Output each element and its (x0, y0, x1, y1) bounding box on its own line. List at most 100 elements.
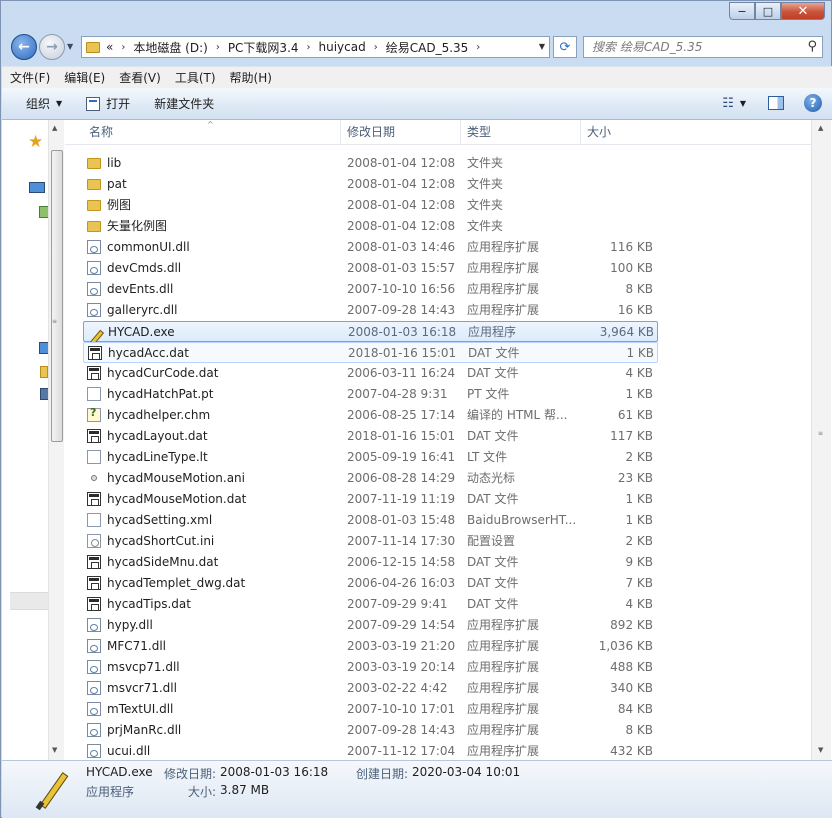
breadcrumb-huiycad[interactable]: huiycad (319, 40, 366, 54)
preview-pane-icon[interactable] (768, 96, 784, 110)
nav-pane-scrollbar[interactable]: ▲ ≡ ▼ (48, 120, 64, 760)
file-type: PT 文件 (467, 387, 510, 401)
file-name: hycadSideMnu.dat (107, 555, 219, 569)
search-icon[interactable]: ⚲ (807, 39, 817, 54)
file-type: 应用程序扩展 (467, 660, 540, 674)
search-box[interactable]: ⚲ (583, 36, 823, 58)
file-date: 2008-01-04 12:08 (347, 177, 456, 191)
nav-scroll-thumb[interactable] (51, 150, 63, 442)
chevron-right-icon[interactable]: › (216, 42, 220, 53)
file-row[interactable]: hycadTips.dat 2007-09-29 9:41 DAT 文件 4 KB (83, 594, 658, 615)
file-row[interactable]: msvcp71.dll 2003-03-19 20:14 应用程序扩展 488 KB (83, 657, 658, 678)
breadcrumb-pcdownload[interactable]: PC下载网3.4 (228, 39, 299, 56)
file-row[interactable]: 矢量化例图 2008-01-04 12:08 文件夹 (83, 216, 658, 237)
folder-icon[interactable] (40, 366, 48, 378)
file-row[interactable]: hycadhelper.chm 2006-08-25 17:14 编译的 HTML … (83, 405, 658, 426)
file-date: 2007-11-19 11:19 (347, 492, 456, 506)
file-date: 2006-08-28 14:29 (347, 471, 456, 485)
file-row[interactable]: hycadSideMnu.dat 2006-12-15 14:58 DAT 文件 9 … (83, 552, 658, 573)
forward-button[interactable]: → (39, 34, 65, 60)
scroll-up-icon[interactable]: ▲ (52, 124, 57, 132)
file-row[interactable]: hycadAcc.dat 2018-01-16 15:01 DAT 文件 1 KB (83, 342, 658, 363)
refresh-button[interactable]: ⟳ (553, 36, 577, 58)
details-created-value: 2020-03-04 10:01 (412, 765, 521, 779)
chevron-down-icon[interactable]: ▼ (740, 99, 746, 108)
scroll-down-icon[interactable]: ▼ (52, 746, 57, 754)
minimize-button[interactable]: − (729, 2, 755, 20)
file-row[interactable]: 例图 2008-01-04 12:08 文件夹 (83, 195, 658, 216)
chevron-right-icon[interactable]: › (307, 42, 311, 53)
file-name: 矢量化例图 (107, 219, 168, 233)
file-row[interactable]: hycadSetting.xml 2008-01-03 15:48 BaiduBro… (83, 510, 658, 531)
scroll-down-icon[interactable]: ▼ (818, 746, 823, 754)
search-input[interactable] (592, 40, 792, 54)
file-size (573, 153, 653, 174)
address-bar[interactable]: « › 本地磁盘 (D:) › PC下载网3.4 › huiycad › 绘易C… (81, 36, 550, 58)
file-row[interactable]: hycadMouseMotion.ani 2006-08-28 14:29 动态光标… (83, 468, 658, 489)
menu-file[interactable]: 文件(F) (10, 69, 50, 86)
favorites-star-icon[interactable]: ★ (28, 132, 43, 152)
back-button[interactable]: ← (11, 34, 37, 60)
scroll-up-icon[interactable]: ▲ (818, 124, 823, 132)
file-name: hycadHatchPat.pt (107, 387, 214, 401)
file-row[interactable]: commonUI.dll 2008-01-03 14:46 应用程序扩展 116 KB (83, 237, 658, 258)
menu-edit[interactable]: 编辑(E) (64, 69, 105, 86)
file-row[interactable]: hycadMouseMotion.dat 2007-11-19 11:19 DAT … (83, 489, 658, 510)
file-row[interactable]: HYCAD.exe 2008-01-03 16:18 应用程序 3,964 KB (83, 321, 658, 342)
file-dll-icon (87, 702, 101, 716)
command-bar: 组织 ▼ 打开 新建文件夹 ☷ ▼ ? (2, 88, 832, 120)
file-row[interactable]: devCmds.dll 2008-01-03 15:57 应用程序扩展 100 KB (83, 258, 658, 279)
file-date: 2018-01-16 15:01 (348, 346, 457, 360)
column-size[interactable]: 大小 (581, 120, 658, 145)
file-row[interactable]: devEnts.dll 2007-10-10 16:56 应用程序扩展 8 KB (83, 279, 658, 300)
file-row[interactable]: hypy.dll 2007-09-29 14:54 应用程序扩展 892 KB (83, 615, 658, 636)
new-folder-button[interactable]: 新建文件夹 (154, 95, 214, 112)
file-row[interactable]: MFC71.dll 2003-03-19 21:20 应用程序扩展 1,036 KB (83, 636, 658, 657)
file-row[interactable]: prjManRc.dll 2007-09-28 14:43 应用程序扩展 8 KB (83, 720, 658, 741)
open-button[interactable]: 打开 (86, 95, 130, 112)
file-row[interactable]: hycadCurCode.dat 2006-03-11 16:24 DAT 文件 4 … (83, 363, 658, 384)
breadcrumb-drive[interactable]: 本地磁盘 (D:) (133, 39, 207, 56)
menu-help[interactable]: 帮助(H) (230, 69, 272, 86)
file-date: 2008-01-03 15:48 (347, 513, 456, 527)
file-type: 应用程序扩展 (467, 744, 540, 758)
breadcrumb-current[interactable]: 绘易CAD_5.35 (386, 39, 469, 56)
file-row[interactable]: msvcr71.dll 2003-02-22 4:42 应用程序扩展 340 KB (83, 678, 658, 699)
file-list-scrollbar[interactable]: ▲ ≡ ▼ (811, 120, 831, 760)
desktop-icon[interactable] (29, 182, 45, 193)
file-row[interactable]: hycadShortCut.ini 2007-11-14 17:30 配置设置 2 K… (83, 531, 658, 552)
column-type[interactable]: 类型 (461, 120, 581, 145)
maximize-button[interactable]: □ (755, 2, 781, 20)
file-type: 应用程序扩展 (467, 702, 540, 716)
file-row[interactable]: hycadHatchPat.pt 2007-04-28 9:31 PT 文件 1 KB (83, 384, 658, 405)
file-row[interactable]: mTextUI.dll 2007-10-10 17:01 应用程序扩展 84 KB (83, 699, 658, 720)
file-row[interactable]: galleryrc.dll 2007-09-28 14:43 应用程序扩展 16 KB (83, 300, 658, 321)
close-button[interactable]: ✕ (781, 2, 825, 20)
file-date: 2007-09-28 14:43 (347, 723, 456, 737)
menu-view[interactable]: 查看(V) (119, 69, 161, 86)
file-row[interactable]: lib 2008-01-04 12:08 文件夹 (83, 153, 658, 174)
file-type: BaiduBrowserHT... (467, 513, 577, 527)
file-row[interactable]: hycadLineType.lt 2005-09-19 16:41 LT 文件 2 K… (83, 447, 658, 468)
file-name: hypy.dll (107, 618, 153, 632)
address-dropdown[interactable]: ▼ (539, 42, 545, 51)
file-type: DAT 文件 (467, 429, 519, 443)
column-date[interactable]: 修改日期 (341, 120, 461, 145)
file-row[interactable]: pat 2008-01-04 12:08 文件夹 (83, 174, 658, 195)
file-row[interactable]: hycadTemplet_dwg.dat 2006-04-26 16:03 DAT … (83, 573, 658, 594)
file-size: 8 KB (625, 723, 653, 737)
recent-pages-dropdown[interactable]: ▼ (67, 42, 73, 51)
file-size: 1,036 KB (598, 639, 653, 653)
address-overflow[interactable]: « (106, 40, 113, 54)
organize-button[interactable]: 组织 ▼ (26, 95, 62, 112)
menu-tools[interactable]: 工具(T) (175, 69, 216, 86)
file-name: hycadMouseMotion.dat (107, 492, 247, 506)
chevron-right-icon[interactable]: › (374, 42, 378, 53)
file-name: 例图 (107, 198, 132, 212)
file-row[interactable]: hycadLayout.dat 2018-01-16 15:01 DAT 文件 117… (83, 426, 658, 447)
view-options-icon[interactable]: ☷ (722, 96, 734, 111)
chevron-right-icon[interactable]: › (476, 42, 480, 53)
file-row[interactable]: ucui.dll 2007-11-12 17:04 应用程序扩展 432 KB (83, 741, 658, 760)
nav-pane-h-scrollbar[interactable] (10, 592, 48, 610)
help-icon[interactable]: ? (804, 94, 822, 112)
